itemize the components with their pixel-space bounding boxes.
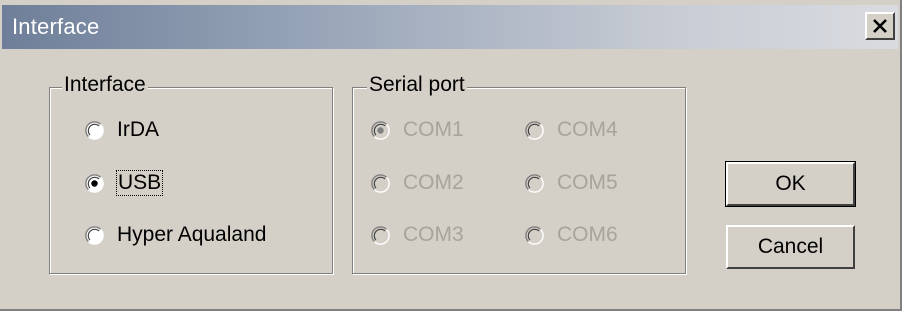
radio-button-selected-icon — [85, 173, 104, 193]
radio-button-disabled-icon — [525, 120, 544, 140]
close-button[interactable] — [865, 12, 895, 40]
serial-port-groupbox: Serial port COM1 COM4 COM2 COM5 COM3 COM… — [352, 73, 686, 274]
close-icon — [873, 19, 887, 33]
interface-group-legend: Interface — [62, 73, 148, 97]
cancel-button[interactable]: Cancel — [726, 225, 855, 269]
interface-dialog: Interface Interface IrDA USB Hyper Aqual… — [0, 0, 902, 311]
radio-hyper-aqualand-label: Hyper Aqualand — [117, 223, 267, 246]
radio-com6-label: COM6 — [557, 223, 618, 246]
radio-button-disabled-icon — [371, 173, 390, 193]
radio-com4[interactable]: COM4 — [525, 118, 618, 142]
radio-com5-label: COM5 — [557, 171, 618, 194]
radio-com2[interactable]: COM2 — [371, 171, 464, 195]
radio-com2-label: COM2 — [403, 171, 464, 194]
interface-groupbox: Interface IrDA USB Hyper Aqualand — [49, 73, 333, 274]
radio-com1[interactable]: COM1 — [371, 118, 464, 142]
radio-button-icon — [85, 225, 104, 245]
radio-usb-label: USB — [115, 170, 164, 196]
radio-button-disabled-icon — [525, 225, 544, 245]
radio-button-disabled-icon — [525, 173, 544, 193]
radio-com4-label: COM4 — [557, 118, 618, 141]
radio-com1-label: COM1 — [403, 118, 464, 141]
radio-com3[interactable]: COM3 — [371, 223, 464, 247]
window-title: Interface — [12, 14, 100, 39]
radio-button-selected-disabled-icon — [371, 120, 390, 140]
title-bar[interactable]: Interface — [2, 5, 898, 49]
radio-com3-label: COM3 — [403, 223, 464, 246]
radio-usb[interactable]: USB — [85, 170, 164, 196]
radio-button-disabled-icon — [371, 225, 390, 245]
serial-port-group-legend: Serial port — [367, 73, 467, 97]
radio-irda[interactable]: IrDA — [85, 118, 159, 142]
radio-hyper-aqualand[interactable]: Hyper Aqualand — [85, 223, 266, 247]
radio-button-icon — [85, 120, 104, 140]
radio-com6[interactable]: COM6 — [525, 223, 618, 247]
radio-com5[interactable]: COM5 — [525, 171, 618, 195]
radio-irda-label: IrDA — [117, 118, 159, 141]
ok-button[interactable]: OK — [725, 161, 856, 207]
